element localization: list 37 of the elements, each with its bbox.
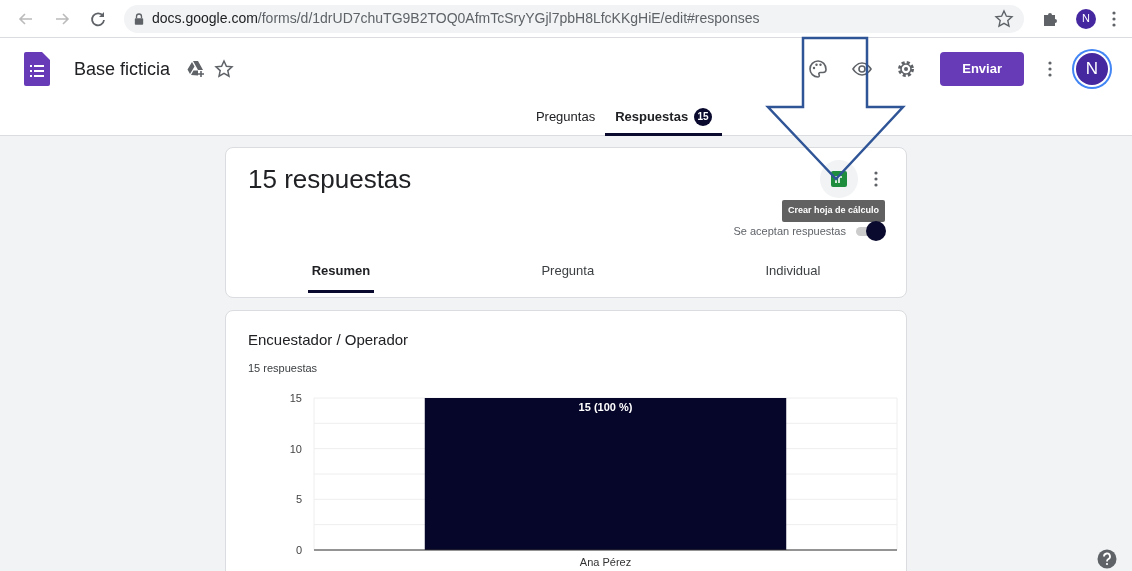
tab[interactable]: Preguntas <box>525 100 606 136</box>
account-avatar[interactable]: N <box>1076 53 1108 85</box>
star-icon[interactable] <box>214 59 235 79</box>
accepting-label: Se aceptan respuestas <box>733 223 846 239</box>
profile-avatar[interactable]: N <box>1076 8 1096 29</box>
axis-tick-label: 15 <box>289 392 302 404</box>
more-icon[interactable] <box>874 171 878 187</box>
bar-value-label: 15 (100 %) <box>578 401 633 413</box>
palette-icon[interactable] <box>808 59 829 79</box>
summary-tab[interactable]: Resumen <box>307 251 375 293</box>
tooltip: Crear hoja de cálculo <box>781 200 885 222</box>
axis-tick-label: 5 <box>295 493 302 506</box>
lock-icon <box>134 12 144 25</box>
summary-tab[interactable]: Individual <box>761 251 825 293</box>
url-text: docs.google.com/forms/d/1drUD7chuTG9B2TOQ0AfmTcSryYGjl7pbH8LfcKKgHiE/edit#responses <box>152 9 760 28</box>
axis-tick-label: 0 <box>295 544 302 556</box>
response-count: 15 respuestas <box>248 360 319 376</box>
address-bar[interactable]: docs.google.com/forms/d/1drUD7chuTG9B2TOQ0AfmTcSryYGjl7pbH8LfcKKgHiE/edit#responses <box>124 4 1024 33</box>
category-label: Ana Pérez <box>579 556 632 568</box>
create-sheet-button[interactable] <box>820 160 858 198</box>
more-icon[interactable] <box>1048 61 1052 77</box>
send-button[interactable]: Enviar <box>940 52 1024 86</box>
drive-add-icon[interactable] <box>186 59 207 79</box>
forms-logo-icon[interactable] <box>24 52 50 86</box>
summary-tab[interactable]: Pregunta <box>537 251 599 293</box>
eye-icon[interactable] <box>852 59 873 79</box>
question-title: Encuestador / Operador <box>248 330 410 350</box>
star-icon[interactable] <box>994 8 1014 29</box>
form-title[interactable]: Base ficticia <box>74 55 171 83</box>
settings-icon[interactable] <box>896 59 917 79</box>
responses-heading: 15 respuestas <box>248 163 412 196</box>
axis-tick-label: 10 <box>289 442 302 455</box>
menu-icon[interactable] <box>1112 10 1116 27</box>
tab[interactable]: Respuestas 15 <box>605 100 723 136</box>
count-badge: 15 <box>694 107 713 126</box>
accepting-toggle[interactable] <box>854 221 886 241</box>
help-icon[interactable] <box>1097 549 1117 569</box>
